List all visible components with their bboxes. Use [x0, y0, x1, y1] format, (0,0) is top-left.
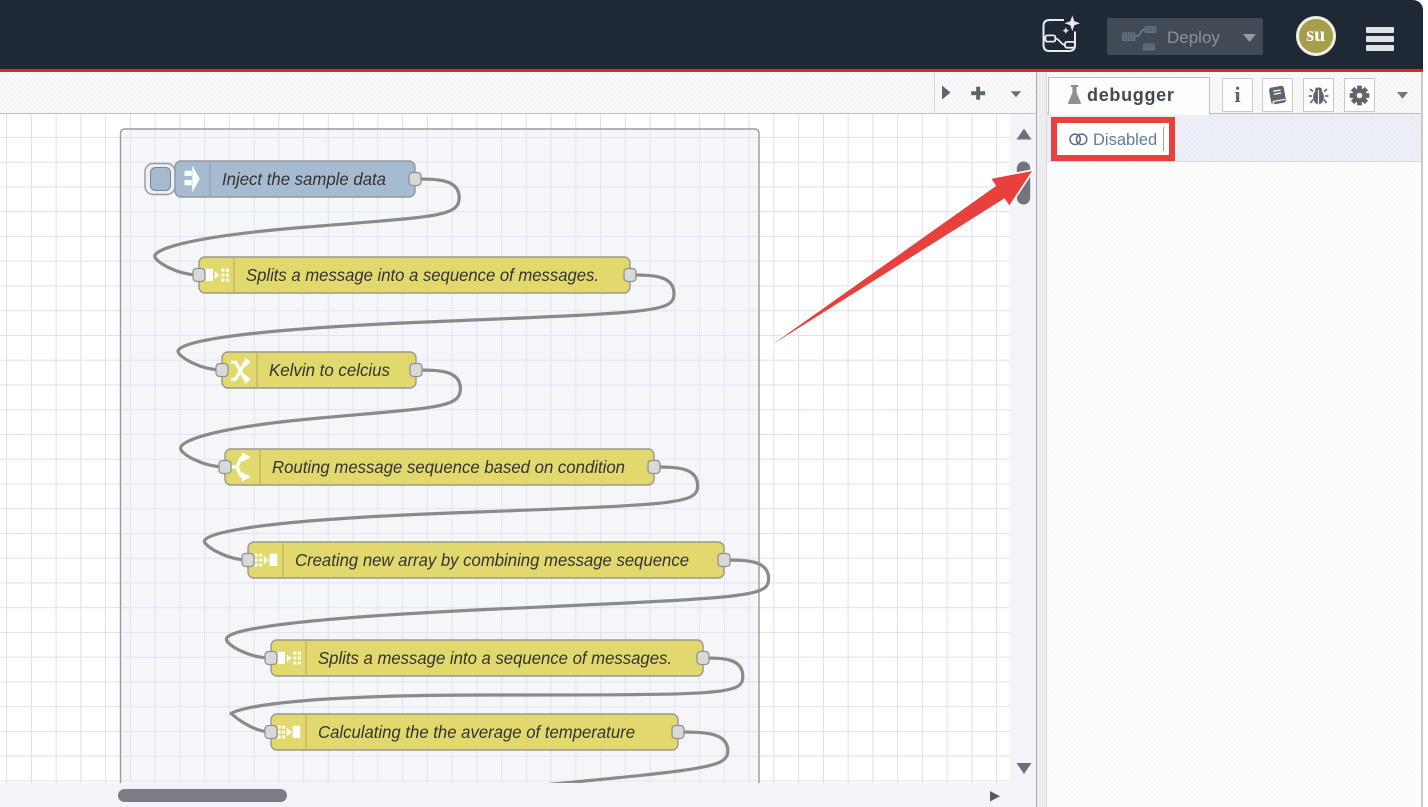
svg-text:Kelvin to celcius: Kelvin to celcius: [269, 360, 390, 380]
svg-text:Inject the sample data: Inject the sample data: [222, 169, 386, 189]
svg-text:Routing message sequence based: Routing message sequence based on condit…: [272, 457, 625, 477]
svg-text:Calculating the the average of: Calculating the the average of temperatu…: [318, 722, 635, 742]
svg-text:Splits a message into a sequen: Splits a message into a sequence of mess…: [318, 648, 672, 668]
svg-text:Splits a message into a sequen: Splits a message into a sequence of mess…: [246, 265, 599, 285]
svg-text:Creating new array by combinin: Creating new array by combining message …: [295, 550, 689, 570]
